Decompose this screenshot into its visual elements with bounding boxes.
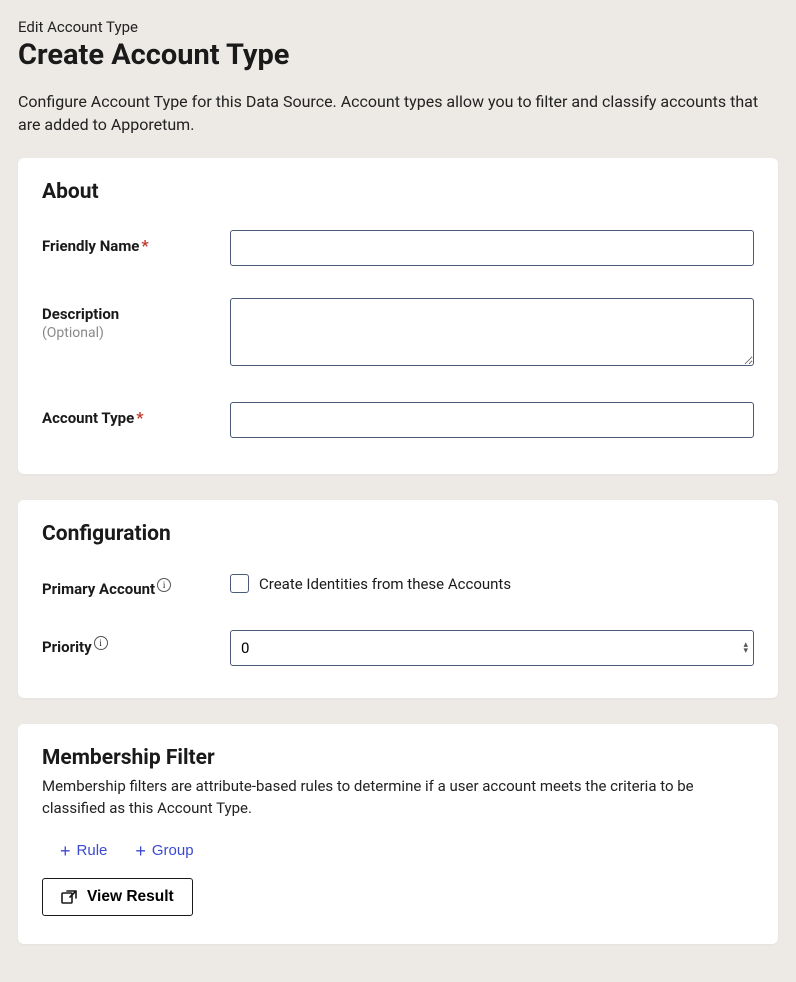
account-type-label: Account Type [42,409,134,427]
plus-icon: + [60,842,71,860]
primary-account-checkbox[interactable] [230,574,249,593]
priority-input[interactable] [230,630,754,666]
required-marker: * [136,408,143,427]
popout-icon [61,890,77,904]
info-icon[interactable]: i [94,636,108,650]
info-icon[interactable]: i [157,578,171,592]
stepper-arrows: ▴ ▾ [743,642,748,654]
configuration-section: Configuration Primary Accounti Create Id… [18,500,778,698]
primary-account-field: Primary Accounti Create Identities from … [42,572,754,598]
priority-field: Priorityi ▴ ▾ [42,630,754,666]
description-input[interactable] [230,298,754,366]
friendly-name-label: Friendly Name [42,237,139,255]
page-description: Configure Account Type for this Data Sou… [18,90,778,136]
add-rule-button[interactable]: + Rule [60,842,107,860]
stepper-down-icon[interactable]: ▾ [743,648,748,654]
breadcrumb: Edit Account Type [18,18,778,36]
add-rule-label: Rule [77,842,108,859]
primary-account-label: Primary Account [42,580,155,598]
optional-text: (Optional) [42,325,230,341]
add-group-label: Group [152,842,194,859]
view-result-label: View Result [87,888,174,906]
add-group-button[interactable]: + Group [135,842,193,860]
description-field: Description (Optional) [42,298,754,370]
description-label: Description [42,305,119,323]
membership-filter-section: Membership Filter Membership filters are… [18,724,778,944]
account-type-field: Account Type* [42,402,754,438]
priority-label: Priority [42,638,92,656]
friendly-name-field: Friendly Name* [42,230,754,266]
account-type-input[interactable] [230,402,754,438]
friendly-name-input[interactable] [230,230,754,266]
about-heading: About [42,180,754,204]
page-title: Create Account Type [18,38,778,72]
required-marker: * [141,236,148,255]
membership-filter-heading: Membership Filter [42,746,754,770]
about-section: About Friendly Name* Description (Option… [18,158,778,474]
membership-filter-description: Membership filters are attribute-based r… [42,776,754,820]
view-result-button[interactable]: View Result [42,878,193,916]
plus-icon: + [135,842,146,860]
primary-account-checkbox-label: Create Identities from these Accounts [259,575,511,593]
configuration-heading: Configuration [42,522,754,546]
